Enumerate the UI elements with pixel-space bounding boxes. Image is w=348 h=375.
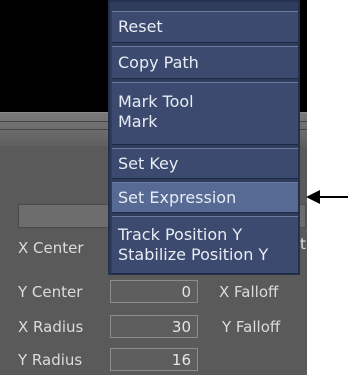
y-radius-label: Y Radius (18, 351, 83, 369)
y-center-field[interactable]: 0 (110, 280, 198, 303)
menu-item-mark-tool[interactable]: Mark Tool Mark (112, 82, 298, 145)
context-menu: Reset Copy Path Mark Tool Mark Set Key S… (108, 0, 300, 275)
x-radius-label: X Radius (18, 318, 84, 336)
y-radius-field[interactable]: 16 (110, 348, 198, 371)
menu-item-reset[interactable]: Reset (112, 11, 298, 43)
menu-item-set-key[interactable]: Set Key (112, 148, 298, 179)
x-center-label: X Center (18, 239, 84, 257)
menu-item-label: Stabilize Position Y (118, 245, 269, 264)
y-center-label: Y Center (18, 283, 83, 301)
left-arrow-icon (306, 190, 348, 204)
menu-item-set-expression[interactable]: Set Expression (112, 182, 298, 213)
clipped-label: t (300, 235, 306, 253)
y-falloff-label: Y Falloff (222, 318, 281, 336)
menu-item-label: Mark Tool (118, 92, 194, 111)
x-falloff-label: X Falloff (219, 283, 279, 301)
menu-item-label: Track Position Y (118, 225, 243, 244)
menu-item-label: Mark (118, 112, 158, 131)
menu-item-copy-path[interactable]: Copy Path (112, 46, 298, 79)
x-radius-field[interactable]: 30 (110, 315, 198, 338)
menu-item-track-stabilize[interactable]: Track Position Y Stabilize Position Y (112, 216, 298, 274)
